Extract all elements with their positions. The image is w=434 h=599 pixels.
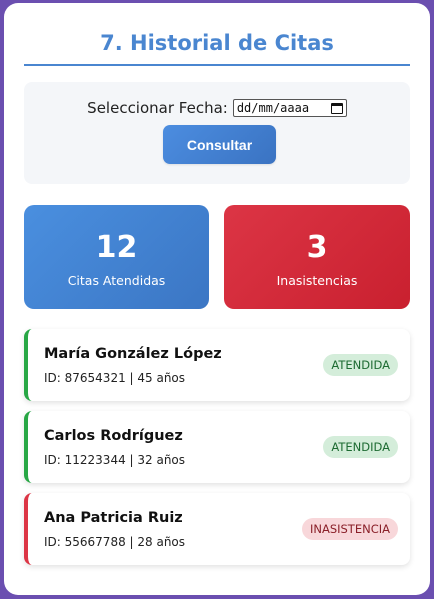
patient-details: ID: 11223344 | 32 años <box>44 453 186 467</box>
patient-name: Carlos Rodríguez <box>44 428 183 444</box>
patient-name: Ana Patricia Ruiz <box>44 510 183 526</box>
no-show-label: Inasistencias <box>276 273 358 288</box>
appointment-card[interactable]: Carlos Rodríguez ID: 11223344 | 32 años … <box>24 411 410 483</box>
status-badge: INASISTENCIA <box>301 518 398 540</box>
date-input-placeholder: dd/mm/aaaa <box>236 101 310 115</box>
no-show-stat-card: 3 Inasistencias <box>224 205 410 309</box>
date-input[interactable]: dd/mm/aaaa <box>232 99 347 117</box>
date-filter-panel: Seleccionar Fecha: dd/mm/aaaa Consultar <box>24 82 410 184</box>
date-label: Seleccionar Fecha: <box>87 99 228 117</box>
consult-button[interactable]: Consultar <box>163 125 276 164</box>
patient-details: ID: 87654321 | 45 años <box>44 371 186 385</box>
title-divider <box>24 64 410 66</box>
no-show-count: 3 <box>306 230 328 265</box>
appointment-card[interactable]: María González López ID: 87654321 | 45 a… <box>24 329 410 401</box>
history-panel: 7. Historial de Citas Seleccionar Fecha:… <box>4 3 430 595</box>
appointment-card[interactable]: Ana Patricia Ruiz ID: 55667788 | 28 años… <box>24 493 410 565</box>
attended-label: Citas Atendidas <box>67 273 166 288</box>
attended-stat-card: 12 Citas Atendidas <box>24 205 209 309</box>
status-badge: ATENDIDA <box>323 354 398 376</box>
patient-name: María González López <box>44 346 222 362</box>
date-filter-row: Seleccionar Fecha: dd/mm/aaaa <box>24 99 410 117</box>
page-title: 7. Historial de Citas <box>100 31 334 55</box>
calendar-icon[interactable] <box>330 102 343 114</box>
attended-count: 12 <box>95 230 138 265</box>
patient-details: ID: 55667788 | 28 años <box>44 535 186 549</box>
status-badge: ATENDIDA <box>323 436 398 458</box>
